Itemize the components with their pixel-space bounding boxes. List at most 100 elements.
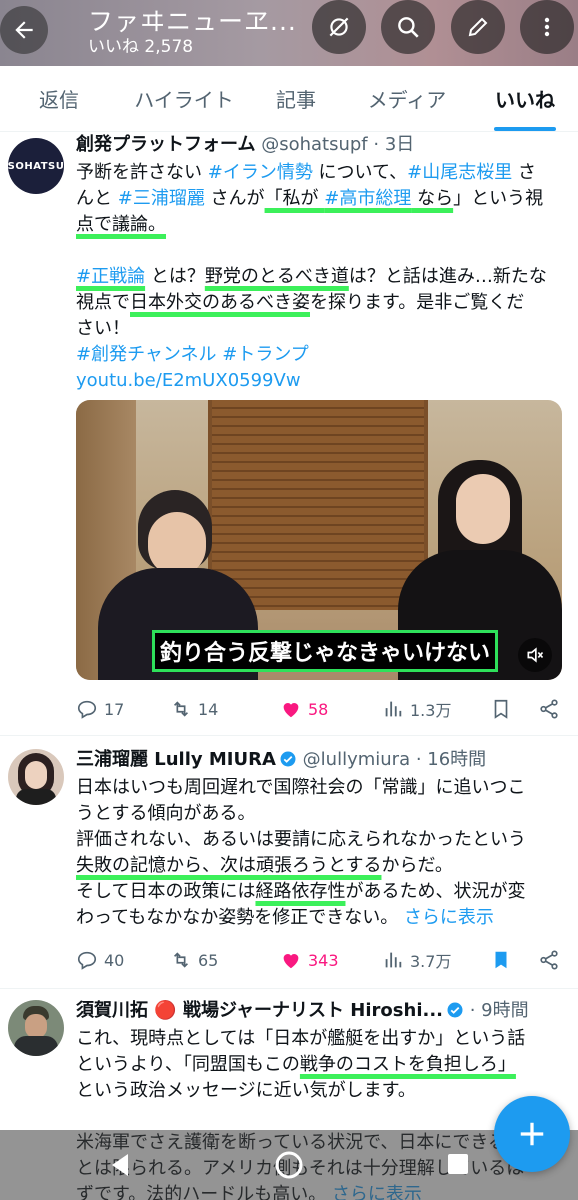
post-text: とは？ xyxy=(145,266,205,287)
post-text-line: 失敗の記憶から、次は頑張ろうとするからだ。 xyxy=(76,853,570,879)
profile-tabs: 返信 ハイライト 記事 メディア いいね xyxy=(0,66,578,132)
post-text: さ xyxy=(512,162,536,183)
likes-count: いいね 2,578 xyxy=(88,37,194,57)
post-text: 視点で xyxy=(76,292,130,313)
post-text: さい！ xyxy=(76,318,130,339)
post-link[interactable]: さらに表示 xyxy=(404,907,494,928)
tab-likes[interactable]: いいね xyxy=(472,66,578,131)
post-text-line: んと #三浦瑠麗 さんが「私が #高市総理 なら」という視 xyxy=(76,186,570,212)
views-button[interactable]: 1.3万 xyxy=(382,697,490,721)
post-header: 須賀川拓 🔴 戦場ジャーナリスト Hiroshi... · 9時間 xyxy=(76,998,570,1024)
bookmark-button[interactable] xyxy=(490,698,538,720)
post-text-line: youtu.be/E2mUX0599Vw xyxy=(76,368,570,394)
post-link[interactable]: #山尾志桜里 xyxy=(407,162,512,183)
back-button[interactable] xyxy=(0,6,48,54)
repost-icon xyxy=(173,701,189,717)
repost-button[interactable]: 65 xyxy=(170,949,280,971)
video-window-blinds xyxy=(208,400,428,610)
like-button[interactable]: 343 xyxy=(280,949,382,971)
post-link[interactable]: #イラン情勢 xyxy=(208,162,313,183)
post-text: というより、「同盟国もこの xyxy=(76,1054,300,1075)
mute-button[interactable] xyxy=(518,638,552,672)
post-link[interactable]: #高市総理 xyxy=(324,188,411,209)
author-name[interactable]: 創発プラットフォーム xyxy=(76,134,255,155)
post-text: 「私が xyxy=(264,188,325,209)
heart-filled-icon xyxy=(283,703,299,718)
video-player[interactable]: 釣り合う反撃じゃなきゃいけない xyxy=(76,400,562,680)
pencil-icon xyxy=(468,17,488,37)
post-text-line: というより、「同盟国もこの戦争のコストを負担しろ」 xyxy=(76,1052,570,1078)
avatar[interactable]: SOHATSU xyxy=(8,138,64,194)
post-text: 日本外交のあるべき姿 xyxy=(130,292,310,313)
bookmark-button[interactable] xyxy=(490,949,538,971)
post-text-line: そして日本の政策には経路依存性があるため、状況が変 xyxy=(76,879,570,905)
heart-filled-icon xyxy=(283,954,299,969)
post-link[interactable]: youtu.be/E2mUX0599Vw xyxy=(76,370,301,391)
post-text-line xyxy=(76,238,570,264)
post-text: わってもなかなか姿勢を修正できない。 xyxy=(76,907,404,928)
post-text-line: 視点で日本外交のあるべき姿を探ります。是非ご覧くだ xyxy=(76,290,570,316)
tab-media[interactable]: メディア xyxy=(342,66,472,131)
post-link[interactable]: #正戦論 xyxy=(76,266,145,287)
post-text: という政治メッセージに近い気がします。 xyxy=(76,1080,416,1101)
person-left-face xyxy=(148,512,206,576)
post-text: これ、現時点としては「日本が艦艇を出すか」という話 xyxy=(76,1028,526,1049)
nav-home-icon[interactable] xyxy=(274,1150,304,1180)
post-body: 予断を許さない #イラン情勢 について、#山尾志桜里 さんと #三浦瑠麗 さんが… xyxy=(76,160,570,394)
post-text-line: うとする傾向がある。 xyxy=(76,801,570,827)
post-text-line: #創発チャンネル #トランプ xyxy=(76,342,570,368)
post[interactable]: 三浦瑠麗 Lully MIURA @lullymiura · 16時間 日本はい… xyxy=(0,737,578,989)
profile-header: ファヰニューヱ... いいね 2,578 xyxy=(0,0,578,66)
repost-button[interactable]: 14 xyxy=(170,698,280,720)
post[interactable]: SOHATSU 創発プラットフォーム @sohatsupf · 3日 予断を許さ… xyxy=(0,132,578,736)
post-text-line: 予断を許さない #イラン情勢 について、#山尾志桜里 さ xyxy=(76,160,570,186)
tab-highlights[interactable]: ハイライト xyxy=(118,66,250,131)
verified-badge-icon xyxy=(280,751,296,767)
post-text: 日本はいつも周回遅れで国際社会の「常識」に追いつこ xyxy=(76,777,526,798)
share-button[interactable] xyxy=(538,949,560,971)
share-icon xyxy=(540,699,558,719)
search-button[interactable] xyxy=(381,0,435,54)
nav-back-icon[interactable] xyxy=(108,1152,132,1178)
post-actions: 17 14 58 1.3万 xyxy=(76,692,568,726)
nav-recents-icon[interactable] xyxy=(446,1152,470,1176)
reply-button[interactable]: 17 xyxy=(76,698,170,720)
post-text: 戦争のコストを負担しろ」 xyxy=(299,1054,516,1075)
post-text-line: #正戦論 とは？野党のとるべき道は？と話は進み…新たな xyxy=(76,264,570,290)
post-actions: 40 65 343 3.7万 xyxy=(76,943,568,977)
person-right-face xyxy=(456,474,510,544)
author-name[interactable]: 三浦瑠麗 Lully MIURA xyxy=(76,749,276,770)
analytics-icon xyxy=(385,952,402,968)
author-handle[interactable]: @lullymiura xyxy=(303,749,410,770)
post-text: 経路依存性 xyxy=(255,881,346,902)
author-handle[interactable]: @sohatsupf xyxy=(261,134,367,155)
share-button[interactable] xyxy=(538,698,560,720)
post-text: 野党のとるべき道 xyxy=(204,266,349,287)
author-name[interactable]: 須賀川拓 🔴 戦場ジャーナリスト Hiroshi... xyxy=(76,1000,443,1021)
like-button[interactable]: 58 xyxy=(280,698,382,720)
volume-mute-icon xyxy=(527,647,544,663)
grok-button[interactable] xyxy=(312,0,366,54)
tab-replies[interactable]: 返信 xyxy=(0,66,118,131)
post-header: 創発プラットフォーム @sohatsupf · 3日 xyxy=(76,132,570,158)
avatar[interactable] xyxy=(8,749,64,805)
post-time: · 3日 xyxy=(373,134,415,155)
tab-articles[interactable]: 記事 xyxy=(250,66,342,131)
edit-button[interactable] xyxy=(451,0,505,54)
views-button[interactable]: 3.7万 xyxy=(382,948,490,972)
post-text: 評価されない、あるいは要請に応えられなかったという xyxy=(76,829,526,850)
post-text: うとする傾向がある。 xyxy=(76,803,256,824)
post-text: 失敗の記憶から、次は頑張ろうとする xyxy=(76,855,382,876)
compose-button[interactable] xyxy=(494,1096,570,1172)
post-text-line: さい！ xyxy=(76,316,570,342)
post-time: · 9時間 xyxy=(469,1000,529,1021)
post-text: を探ります。是非ご覧くだ xyxy=(310,292,525,313)
avatar[interactable] xyxy=(8,1000,64,1056)
post-link[interactable]: #創発チャンネル #トランプ xyxy=(76,344,309,365)
post-text: 予断を許さない xyxy=(76,162,208,183)
reply-button[interactable]: 40 xyxy=(76,949,170,971)
analytics-icon xyxy=(385,701,402,717)
post-link[interactable]: #三浦瑠麗 xyxy=(118,188,205,209)
post-text: なら xyxy=(411,188,454,209)
more-button[interactable] xyxy=(520,0,574,54)
